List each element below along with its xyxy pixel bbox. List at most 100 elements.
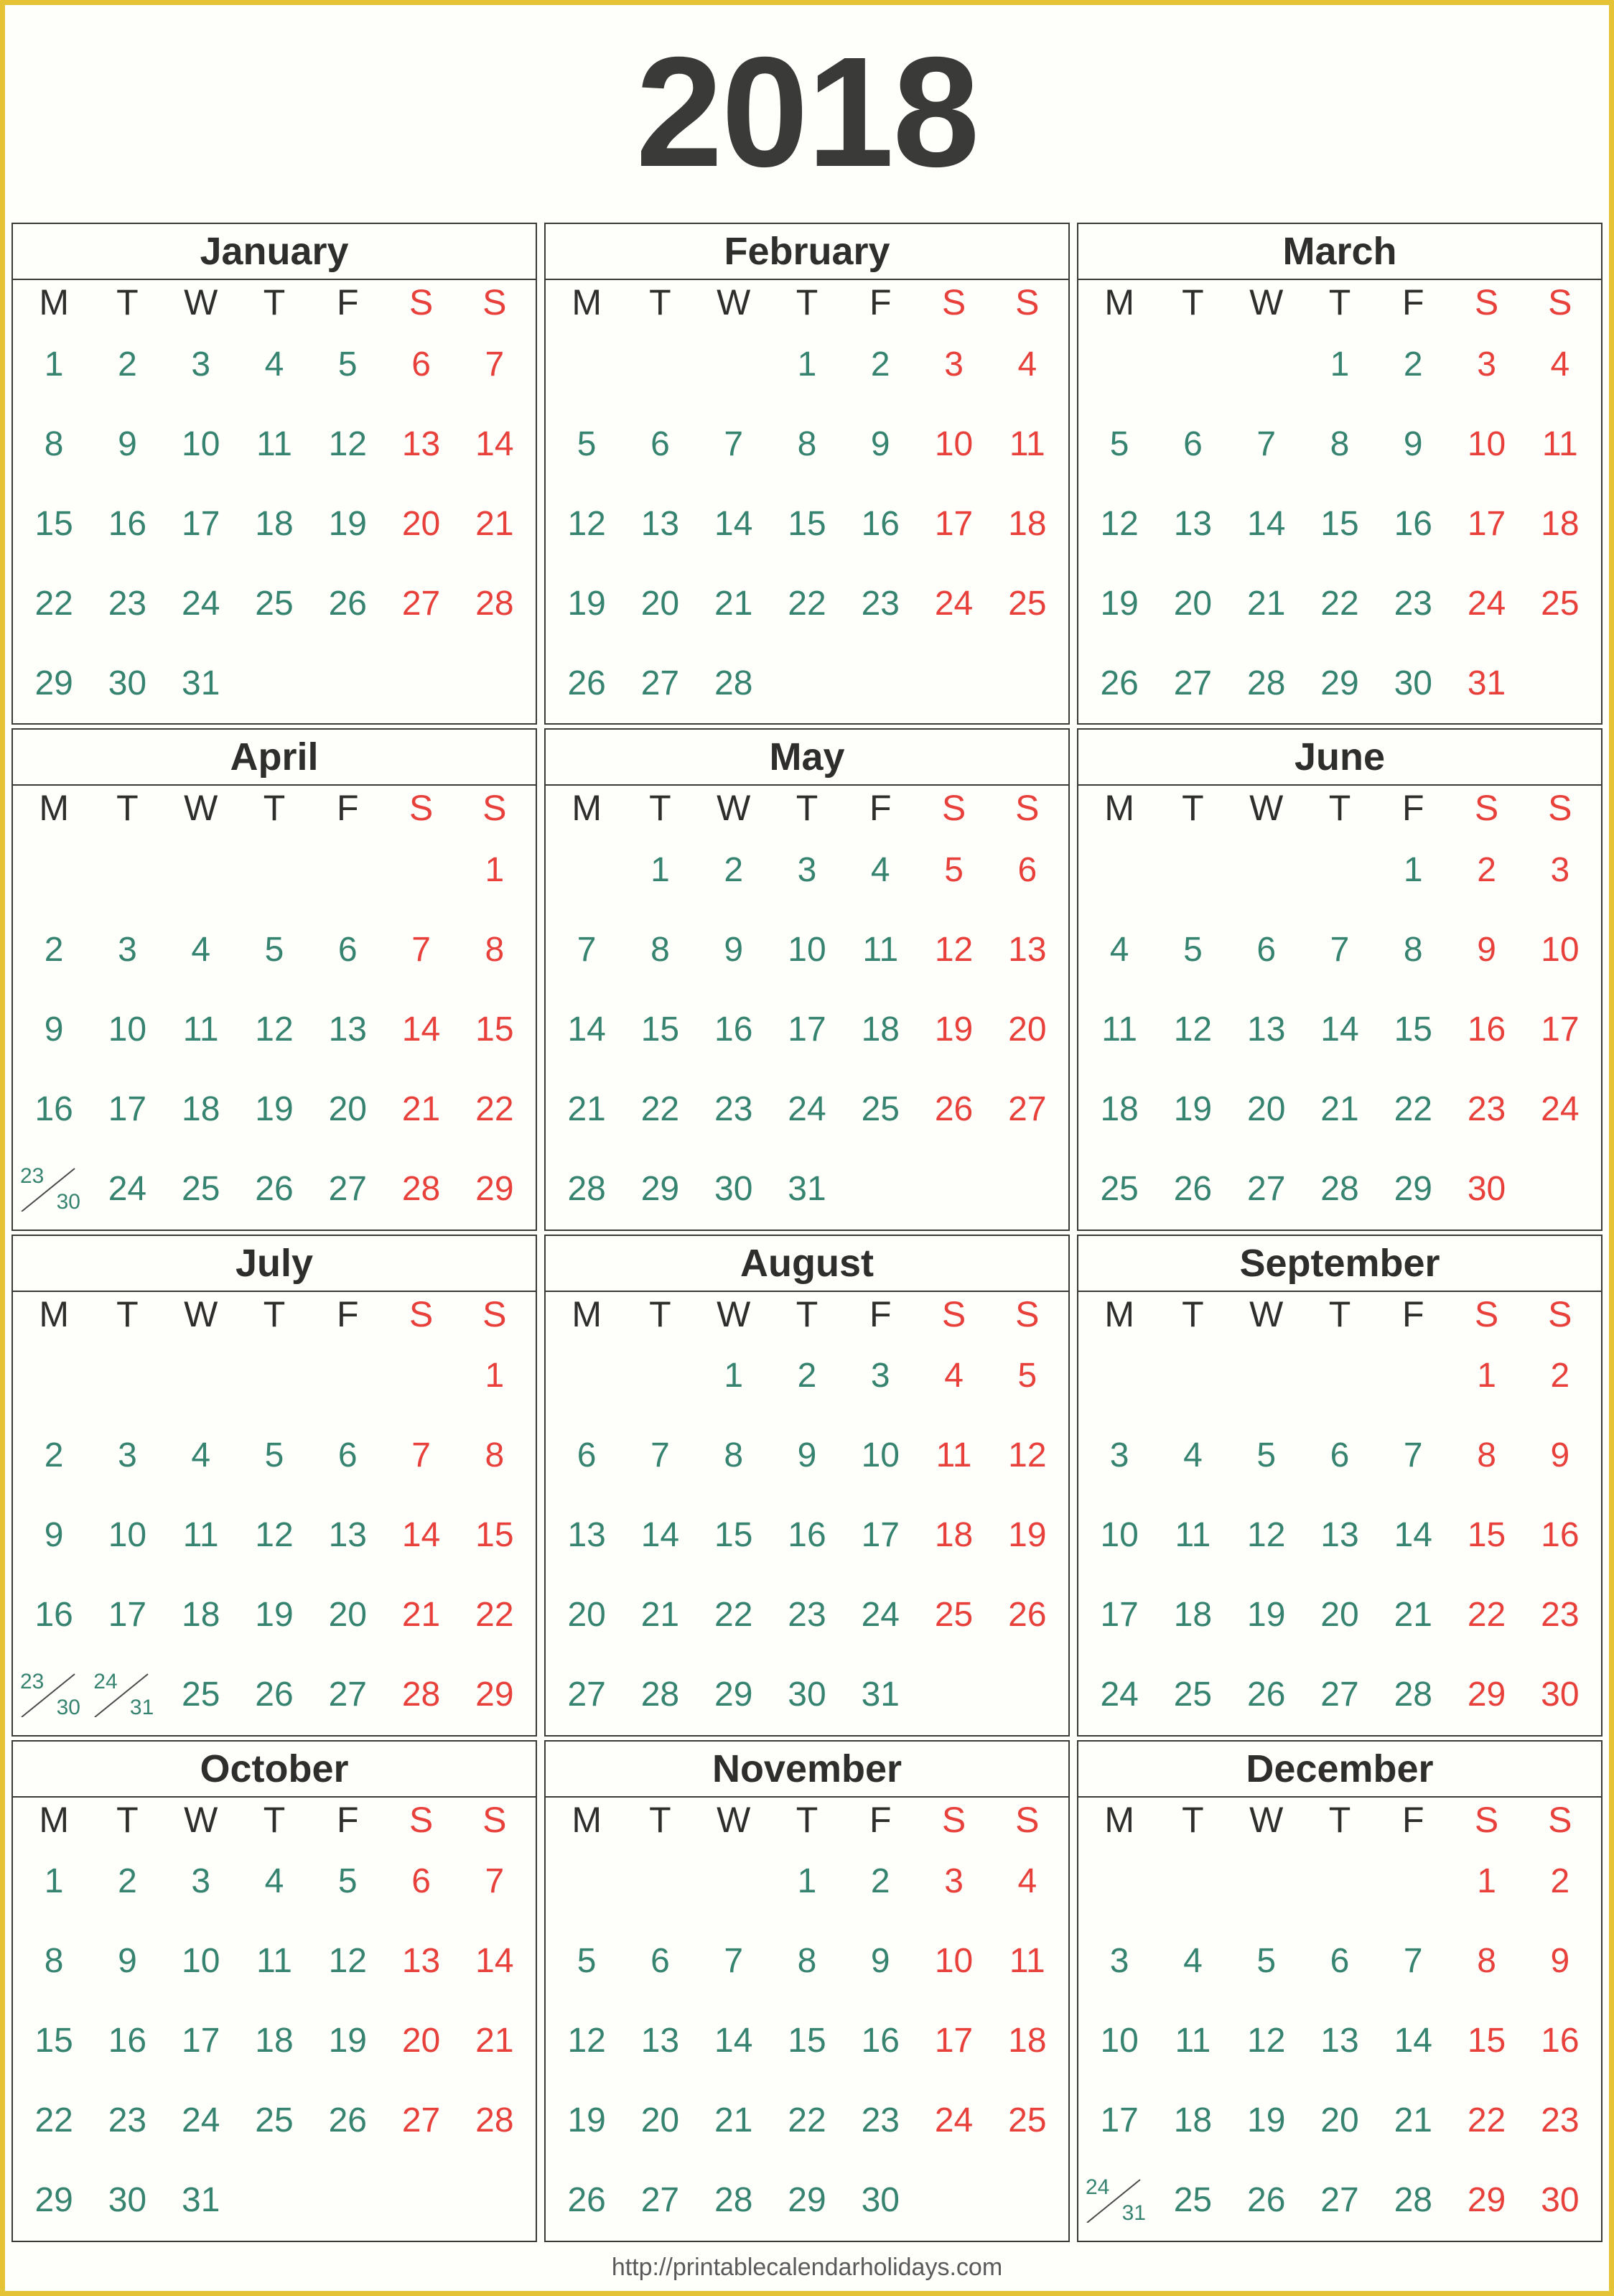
day-cell[interactable]: 23	[844, 2104, 917, 2138]
day-cell[interactable]: 11	[164, 1012, 238, 1047]
day-cell[interactable]: 31	[770, 1171, 844, 1207]
day-cell[interactable]: 4	[164, 932, 238, 967]
day-cell[interactable]: 4	[238, 1864, 311, 1899]
day-cell[interactable]: 7	[623, 1439, 696, 1473]
day-cell[interactable]: 10	[164, 1944, 238, 1979]
day-cell[interactable]: 9	[844, 427, 917, 462]
day-cell[interactable]: 28	[1230, 666, 1303, 701]
day-cell[interactable]: 5	[238, 1439, 311, 1473]
day-cell[interactable]: 22	[623, 1092, 696, 1127]
day-cell[interactable]: 10	[1083, 2024, 1156, 2058]
day-cell[interactable]: 12	[991, 1439, 1064, 1473]
footer-url[interactable]: http://printablecalendarholidays.com	[612, 2254, 1002, 2282]
day-cell[interactable]: 22	[458, 1598, 531, 1632]
day-cell[interactable]: 18	[164, 1598, 238, 1632]
day-cell[interactable]: 29	[1450, 1678, 1523, 1712]
day-cell[interactable]: 7	[458, 1864, 531, 1899]
day-cell[interactable]: 21	[1376, 1598, 1450, 1632]
day-cell[interactable]: 3	[844, 1359, 917, 1393]
day-cell[interactable]: 8	[770, 427, 844, 462]
day-cell[interactable]: 6	[623, 427, 696, 462]
day-cell[interactable]: 18	[238, 506, 311, 542]
day-cell[interactable]: 17	[1450, 506, 1523, 542]
day-cell[interactable]: 12	[1083, 506, 1156, 542]
day-cell[interactable]: 2	[90, 347, 164, 382]
day-cell[interactable]: 23 30	[17, 1165, 90, 1212]
day-cell[interactable]: 13	[311, 1012, 384, 1047]
day-cell[interactable]: 23	[1450, 1092, 1523, 1127]
day-cell[interactable]: 19	[1083, 586, 1156, 621]
day-cell[interactable]: 16	[844, 2024, 917, 2058]
day-cell[interactable]: 2	[1376, 347, 1450, 382]
day-cell[interactable]: 21	[1230, 586, 1303, 621]
day-cell[interactable]: 9	[17, 1012, 90, 1047]
day-cell[interactable]: 7	[1376, 1439, 1450, 1473]
day-cell[interactable]: 20	[1303, 2104, 1376, 2138]
day-cell[interactable]: 21	[458, 2024, 531, 2058]
day-cell[interactable]: 4	[991, 1864, 1064, 1899]
day-cell[interactable]: 27	[550, 1678, 623, 1712]
day-cell[interactable]: 5	[1083, 427, 1156, 462]
day-cell[interactable]: 17	[1083, 2104, 1156, 2138]
day-cell[interactable]: 19	[1230, 1598, 1303, 1632]
day-cell[interactable]: 17	[917, 2024, 990, 2058]
day-cell[interactable]: 29	[770, 2183, 844, 2218]
day-cell[interactable]: 10	[917, 427, 990, 462]
day-cell[interactable]: 14	[1303, 1012, 1376, 1047]
day-cell[interactable]: 2	[1524, 1359, 1597, 1393]
day-cell[interactable]: 5	[550, 427, 623, 462]
day-cell[interactable]: 17	[770, 1012, 844, 1047]
day-cell[interactable]: 15	[623, 1012, 696, 1047]
day-cell[interactable]: 13	[311, 1518, 384, 1553]
day-cell[interactable]: 28	[384, 1171, 457, 1207]
day-cell[interactable]: 24	[844, 1598, 917, 1632]
day-cell[interactable]: 25	[1156, 1678, 1229, 1712]
day-cell[interactable]: 20	[623, 586, 696, 621]
day-cell[interactable]: 21	[384, 1598, 457, 1632]
day-cell[interactable]: 14	[1230, 506, 1303, 542]
day-cell[interactable]: 3	[770, 852, 844, 888]
day-cell[interactable]: 13	[1303, 2024, 1376, 2058]
day-cell[interactable]: 29	[17, 666, 90, 701]
day-cell[interactable]: 10	[917, 1944, 990, 1979]
day-cell[interactable]: 30	[1524, 2183, 1597, 2218]
day-cell[interactable]: 29	[697, 1678, 770, 1712]
day-cell[interactable]: 4	[917, 1359, 990, 1393]
day-cell[interactable]: 21	[1376, 2104, 1450, 2138]
day-cell[interactable]: 20	[1156, 586, 1229, 621]
day-cell[interactable]: 11	[991, 427, 1064, 462]
day-cell[interactable]: 23	[90, 2104, 164, 2138]
day-cell[interactable]: 19	[311, 2024, 384, 2058]
day-cell[interactable]: 8	[1450, 1944, 1523, 1979]
day-cell[interactable]: 2	[17, 1439, 90, 1473]
day-cell[interactable]: 8	[458, 932, 531, 967]
day-cell[interactable]: 1	[770, 347, 844, 382]
day-cell[interactable]: 26	[1156, 1171, 1229, 1207]
day-cell[interactable]: 6	[384, 1864, 457, 1899]
day-cell[interactable]: 16	[1524, 2024, 1597, 2058]
day-cell[interactable]: 5	[550, 1944, 623, 1979]
day-cell[interactable]: 2	[697, 852, 770, 888]
day-cell[interactable]: 1	[1303, 347, 1376, 382]
day-cell[interactable]: 19	[238, 1092, 311, 1127]
day-cell[interactable]: 13	[1303, 1518, 1376, 1553]
day-cell[interactable]: 22	[697, 1598, 770, 1632]
day-cell[interactable]: 25	[238, 586, 311, 621]
day-cell[interactable]: 5	[991, 1359, 1064, 1393]
day-cell[interactable]: 1	[17, 347, 90, 382]
day-cell[interactable]: 11	[917, 1439, 990, 1473]
day-cell[interactable]: 16	[844, 506, 917, 542]
day-cell[interactable]: 24 31	[1083, 2177, 1156, 2224]
day-cell[interactable]: 19	[1156, 1092, 1229, 1127]
day-cell[interactable]: 4	[1083, 932, 1156, 967]
day-cell[interactable]: 24	[917, 2104, 990, 2138]
day-cell[interactable]: 28	[697, 2183, 770, 2218]
day-cell[interactable]: 10	[1083, 1518, 1156, 1553]
day-cell[interactable]: 27	[623, 2183, 696, 2218]
day-cell[interactable]: 22	[770, 586, 844, 621]
day-cell[interactable]: 18	[917, 1518, 990, 1553]
day-cell[interactable]: 19	[238, 1598, 311, 1632]
day-cell[interactable]: 27	[1303, 2183, 1376, 2218]
day-cell[interactable]: 1	[458, 1359, 531, 1393]
day-cell[interactable]: 17	[164, 2024, 238, 2058]
